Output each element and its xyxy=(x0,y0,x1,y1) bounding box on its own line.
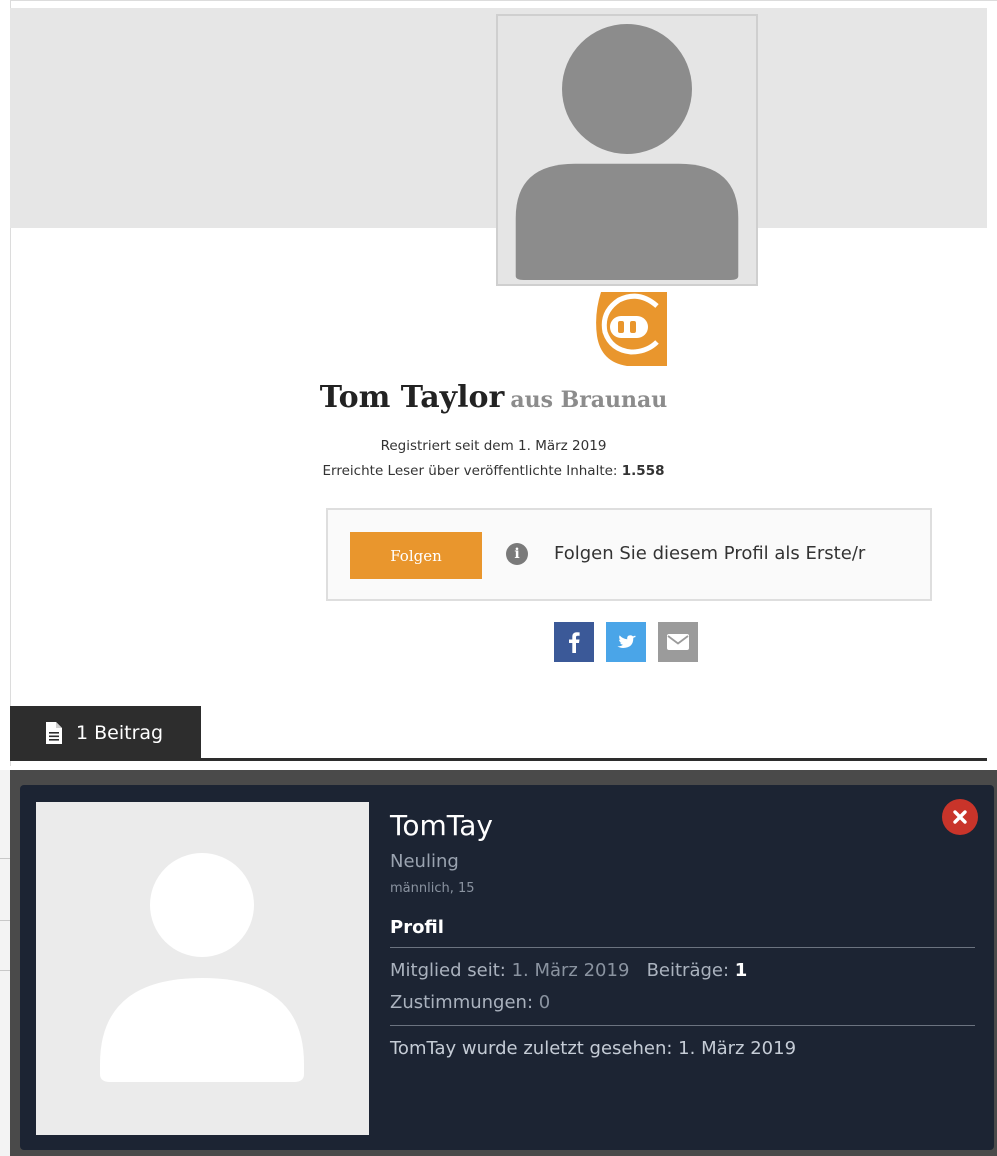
readers-reached: Erreichte Leser über veröffentlichte Inh… xyxy=(0,463,987,479)
member-since-label: Mitglied seit: xyxy=(390,960,506,981)
document-icon xyxy=(46,722,62,744)
share-mail-button[interactable] xyxy=(658,622,698,662)
user-popup: TomTay Neuling männlich, 15 Profil Mitgl… xyxy=(20,785,994,1150)
popup-rank: Neuling xyxy=(390,851,459,872)
close-button[interactable] xyxy=(942,799,978,835)
follow-button[interactable]: Folgen xyxy=(350,532,482,579)
posts-label: Beiträge: xyxy=(646,960,730,981)
popup-username: TomTay xyxy=(390,809,493,842)
popup-section-title: Profil xyxy=(390,917,444,938)
facebook-icon xyxy=(569,632,580,653)
posts-value: 1 xyxy=(734,960,748,981)
profile-name: Tom Taylor xyxy=(319,380,505,415)
follow-hint: Folgen Sie diesem Profil als Erste/r xyxy=(554,543,866,564)
popup-avatar xyxy=(36,802,369,1135)
profile-avatar xyxy=(496,14,758,286)
popup-stats: Mitglied seit: 1. März 2019 Beiträge: 1 xyxy=(390,960,747,981)
likes-label: Zustimmungen: xyxy=(390,992,534,1013)
popup-likes: Zustimmungen: 0 xyxy=(390,992,550,1013)
share-twitter-button[interactable] xyxy=(606,622,646,662)
popup-gender-age: männlich, 15 xyxy=(390,881,475,896)
mail-icon xyxy=(667,634,689,650)
readers-label: Erreichte Leser über veröffentlichte Inh… xyxy=(322,463,618,479)
registered-since: Registriert seit dem 1. März 2019 xyxy=(380,438,607,454)
follow-box: Folgen i Folgen Sie diesem Profil als Er… xyxy=(326,508,932,601)
divider xyxy=(390,947,975,948)
close-icon xyxy=(953,810,967,824)
member-since-value: 1. März 2019 xyxy=(511,960,630,981)
user-silhouette-icon xyxy=(36,802,369,1135)
last-seen: TomTay wurde zuletzt gesehen: 1. März 20… xyxy=(390,1038,797,1059)
profile-location: aus Braunau xyxy=(510,387,668,413)
tab-posts-label: 1 Beitrag xyxy=(76,722,164,744)
info-icon: i xyxy=(506,543,528,565)
profile-heading: Tom Taylor aus Braunau xyxy=(0,380,987,415)
twitter-icon xyxy=(617,635,636,648)
share-facebook-button[interactable] xyxy=(554,622,594,662)
divider xyxy=(390,1025,975,1026)
community-badge-icon xyxy=(591,292,667,366)
readers-value: 1.558 xyxy=(621,463,665,479)
tab-underline xyxy=(10,758,987,761)
user-silhouette-icon xyxy=(498,16,756,284)
tab-posts[interactable]: 1 Beitrag xyxy=(10,706,201,760)
likes-value: 0 xyxy=(538,992,551,1013)
